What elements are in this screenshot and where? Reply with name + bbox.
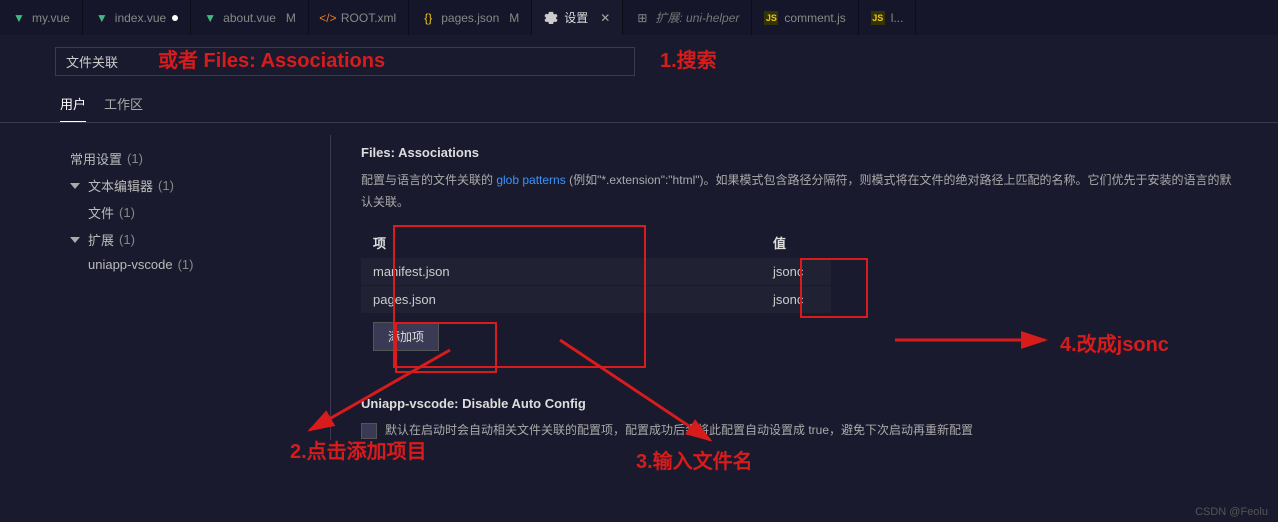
- table-row[interactable]: pages.json jsonc: [361, 286, 831, 313]
- js-icon: JS: [871, 11, 885, 25]
- setting-uniapp-title: Uniapp-vscode: Disable Auto Config: [361, 396, 1278, 411]
- settings-content: Files: Associations 配置与语言的文件关联的 glob pat…: [330, 135, 1278, 440]
- tree-item-common[interactable]: 常用设置 (1): [70, 145, 330, 172]
- setting-files-associations-title: Files: Associations: [361, 145, 1278, 160]
- setting-desc: 配置与语言的文件关联的 glob patterns (例如"*.extensio…: [361, 170, 1241, 213]
- tree-item-uniapp[interactable]: uniapp-vscode (1): [70, 253, 330, 276]
- settings-search-input[interactable]: [55, 47, 635, 76]
- js-icon: JS: [764, 11, 778, 25]
- chevron-down-icon: [70, 183, 80, 189]
- tree-label: 常用设置: [70, 149, 122, 168]
- vue-icon: ▼: [12, 11, 26, 25]
- checkbox-disable-auto[interactable]: [361, 423, 377, 439]
- tree-label: 文件: [88, 203, 114, 222]
- tab-commentjs[interactable]: JS comment.js: [752, 0, 858, 35]
- tab-label: 扩展: uni-helper: [655, 9, 739, 26]
- annotation-text: 3.输入文件名: [636, 445, 753, 474]
- tree-item-extensions[interactable]: 扩展 (1): [70, 226, 330, 253]
- vue-icon: ▼: [203, 11, 217, 25]
- tab-myvue[interactable]: ▼ my.vue: [0, 0, 83, 35]
- modified-label: M: [509, 11, 519, 25]
- scope-tab-user[interactable]: 用户: [60, 94, 86, 122]
- tree-label: 扩展: [88, 230, 114, 249]
- table-header-value: 值: [761, 227, 831, 258]
- add-item-button[interactable]: 添加项: [373, 322, 439, 351]
- tab-label: 设置: [564, 9, 588, 26]
- table-row[interactable]: manifest.json jsonc: [361, 258, 831, 285]
- tree-count: (1): [178, 257, 194, 272]
- chevron-down-icon: [70, 237, 80, 243]
- settings-body: 常用设置 (1) 文本编辑器 (1) 文件 (1) 扩展 (1) uniapp-…: [0, 135, 1278, 440]
- table-cell-key: manifest.json: [361, 258, 761, 285]
- tree-count: (1): [119, 232, 135, 247]
- close-icon[interactable]: ✕: [600, 11, 610, 25]
- settings-tree: 常用设置 (1) 文本编辑器 (1) 文件 (1) 扩展 (1) uniapp-…: [0, 135, 330, 440]
- table-header-key: 项: [361, 227, 761, 258]
- tab-label: pages.json: [441, 11, 499, 25]
- tab-label: about.vue: [223, 11, 276, 25]
- tree-count: (1): [127, 151, 143, 166]
- table-cell-value: jsonc: [761, 258, 831, 285]
- vue-icon: ▼: [95, 11, 109, 25]
- tree-label: 文本编辑器: [88, 176, 153, 195]
- xml-icon: </>: [321, 11, 335, 25]
- associations-table: 项 值 manifest.json jsonc pages.json jsonc…: [361, 227, 831, 351]
- scope-tab-workspace[interactable]: 工作区: [104, 94, 143, 122]
- table-cell-value: jsonc: [761, 286, 831, 313]
- tree-item-texteditor[interactable]: 文本编辑器 (1): [70, 172, 330, 199]
- tree-label: uniapp-vscode: [88, 257, 173, 272]
- glob-patterns-link[interactable]: glob patterns: [496, 173, 565, 187]
- modified-dot-icon: [172, 15, 178, 21]
- tab-pagesjson[interactable]: {} pages.json M: [409, 0, 532, 35]
- tree-count: (1): [158, 178, 174, 193]
- tab-label: index.vue: [115, 11, 166, 25]
- json-icon: {}: [421, 11, 435, 25]
- tree-item-files[interactable]: 文件 (1): [70, 199, 330, 226]
- table-cell-key: pages.json: [361, 286, 761, 313]
- tab-indexvue[interactable]: ▼ index.vue: [83, 0, 191, 35]
- extension-icon: ⊞: [635, 11, 649, 25]
- settings-search-row: [0, 35, 1278, 76]
- watermark: CSDN @Feolu: [1195, 506, 1268, 518]
- checkbox-desc: 默认在启动时会自动相关文件关联的配置项，配置成功后会将此配置自动设置成 true…: [385, 421, 973, 440]
- gear-icon: [544, 11, 558, 25]
- tab-label: comment.js: [784, 11, 845, 25]
- tab-rootxml[interactable]: </> ROOT.xml: [309, 0, 409, 35]
- modified-label: M: [286, 11, 296, 25]
- setting-uniapp-disable: Uniapp-vscode: Disable Auto Config 默认在启动…: [361, 396, 1278, 440]
- tree-count: (1): [119, 205, 135, 220]
- tab-label: ROOT.xml: [341, 11, 396, 25]
- tab-label: my.vue: [32, 11, 70, 25]
- editor-tabs-bar: ▼ my.vue ▼ index.vue ▼ about.vue M </> R…: [0, 0, 1278, 35]
- tab-aboutvue[interactable]: ▼ about.vue M: [191, 0, 309, 35]
- tab-extension[interactable]: ⊞ 扩展: uni-helper: [623, 0, 752, 35]
- tab-settings[interactable]: 设置 ✕: [532, 0, 623, 35]
- scope-tabs: 用户 工作区: [0, 76, 1278, 123]
- tab-label: l...: [891, 11, 904, 25]
- tab-more[interactable]: JS l...: [859, 0, 917, 35]
